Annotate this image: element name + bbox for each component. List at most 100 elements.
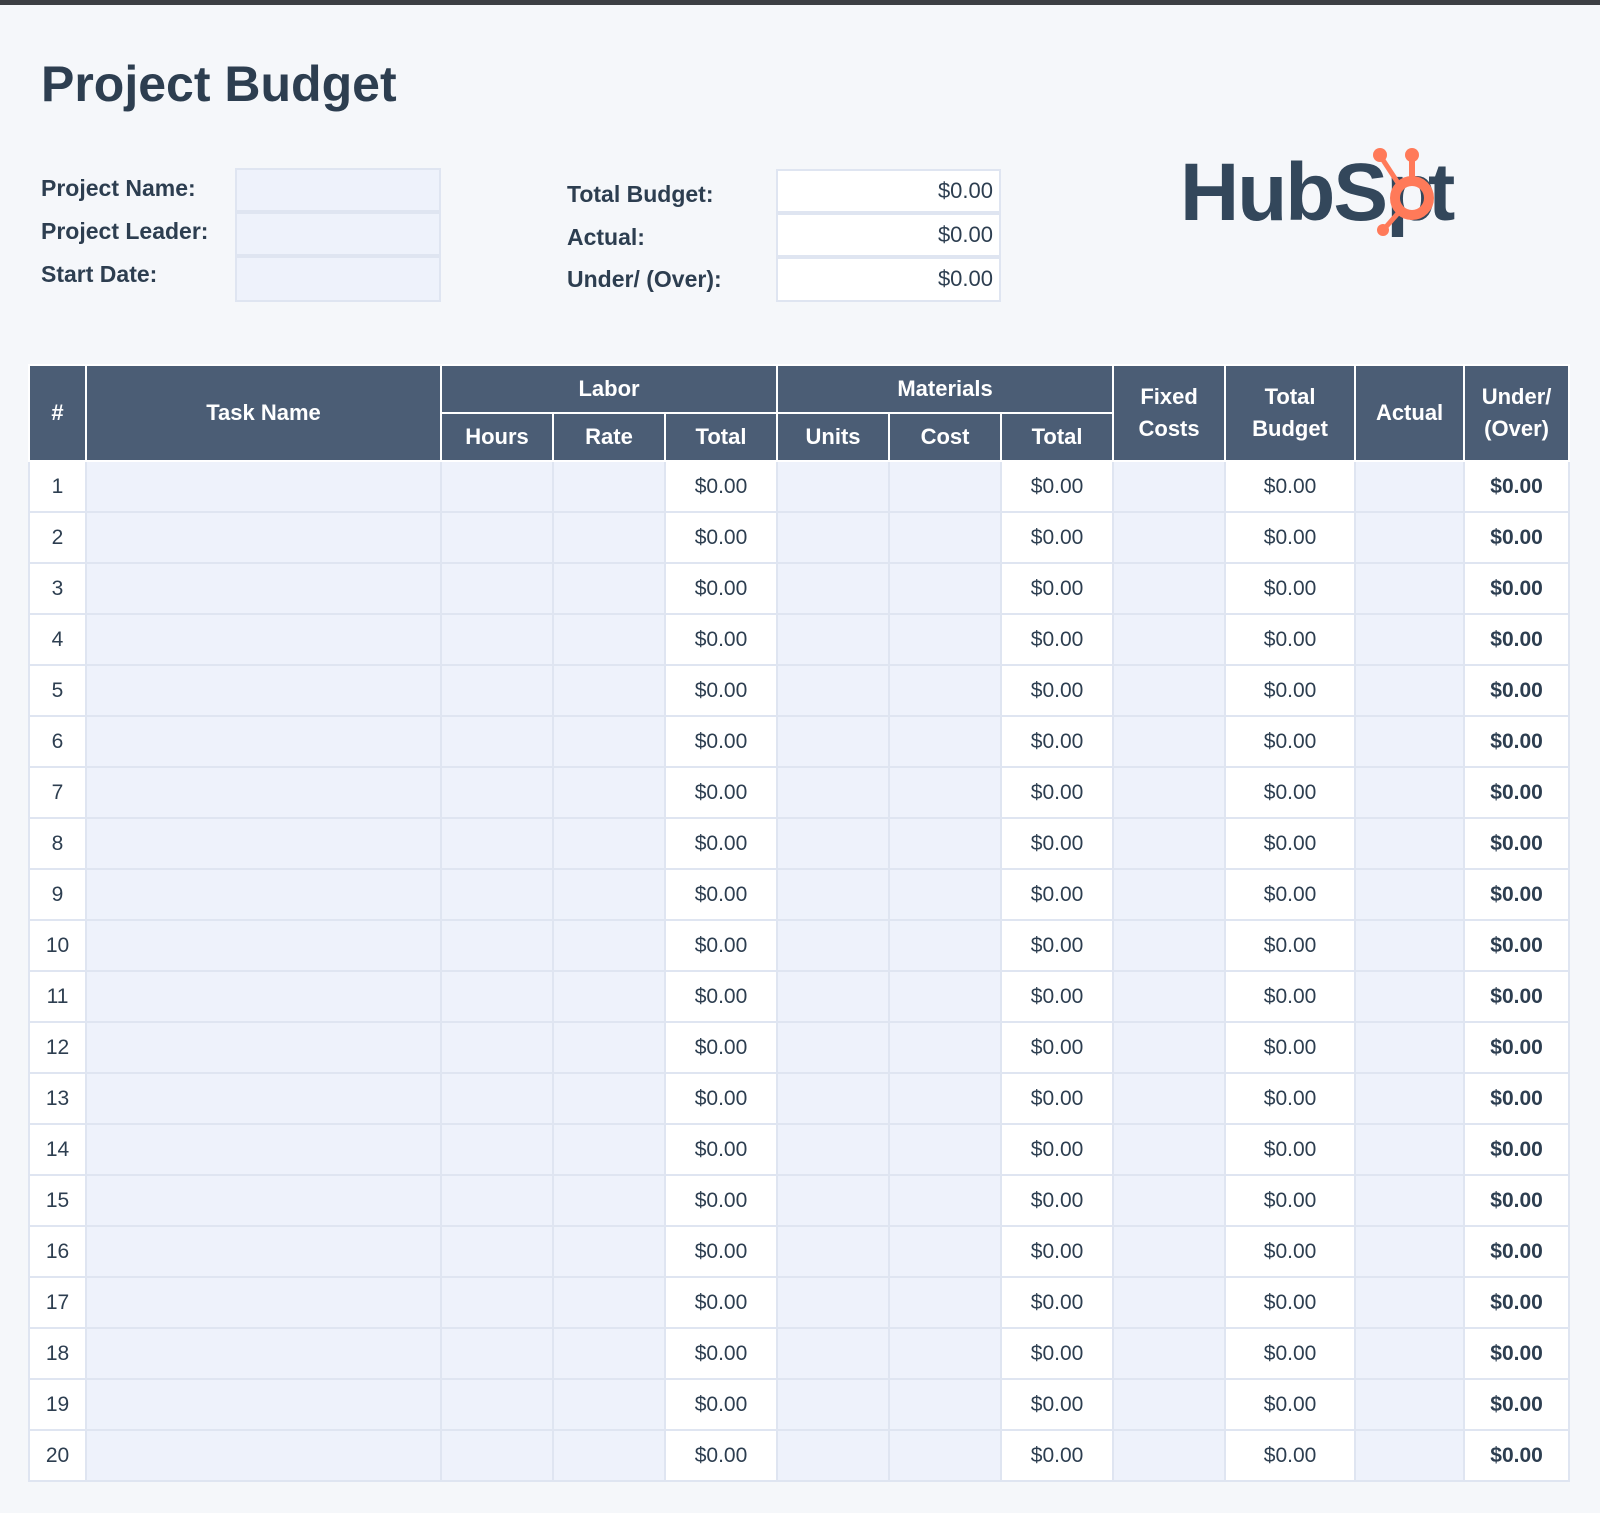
rate-cell[interactable] (552, 919, 666, 972)
task-name-cell[interactable] (85, 613, 442, 666)
cost-cell[interactable] (888, 511, 1003, 564)
units-cell[interactable] (776, 511, 891, 564)
actual-cell[interactable] (1354, 1225, 1466, 1278)
cost-cell[interactable] (888, 766, 1003, 819)
cost-cell[interactable] (888, 970, 1003, 1023)
hours-cell[interactable] (440, 715, 554, 768)
units-cell[interactable] (776, 970, 891, 1023)
hours-cell[interactable] (440, 919, 554, 972)
cost-cell[interactable] (888, 460, 1003, 513)
rate-cell[interactable] (552, 970, 666, 1023)
actual-cell[interactable] (1354, 1021, 1466, 1074)
hours-cell[interactable] (440, 664, 554, 717)
hours-cell[interactable] (440, 1327, 554, 1380)
rate-cell[interactable] (552, 1021, 666, 1074)
units-cell[interactable] (776, 1072, 891, 1125)
fixed-costs-cell[interactable] (1112, 562, 1227, 615)
units-cell[interactable] (776, 1378, 891, 1431)
task-name-cell[interactable] (85, 715, 442, 768)
hours-cell[interactable] (440, 1225, 554, 1278)
rate-cell[interactable] (552, 1225, 666, 1278)
fixed-costs-cell[interactable] (1112, 817, 1227, 870)
task-name-cell[interactable] (85, 664, 442, 717)
rate-cell[interactable] (552, 613, 666, 666)
units-cell[interactable] (776, 1225, 891, 1278)
fixed-costs-cell[interactable] (1112, 1225, 1227, 1278)
rate-cell[interactable] (552, 1327, 666, 1380)
cost-cell[interactable] (888, 1429, 1003, 1482)
task-name-cell[interactable] (85, 1174, 442, 1227)
units-cell[interactable] (776, 460, 891, 513)
hours-cell[interactable] (440, 1174, 554, 1227)
units-cell[interactable] (776, 817, 891, 870)
actual-cell[interactable] (1354, 664, 1466, 717)
actual-cell[interactable] (1354, 460, 1466, 513)
actual-cell[interactable] (1354, 511, 1466, 564)
task-name-cell[interactable] (85, 817, 442, 870)
rate-cell[interactable] (552, 562, 666, 615)
fixed-costs-cell[interactable] (1112, 664, 1227, 717)
actual-cell[interactable] (1354, 1123, 1466, 1176)
task-name-cell[interactable] (85, 562, 442, 615)
rate-cell[interactable] (552, 664, 666, 717)
hours-cell[interactable] (440, 970, 554, 1023)
units-cell[interactable] (776, 766, 891, 819)
actual-cell[interactable] (1354, 1378, 1466, 1431)
units-cell[interactable] (776, 1327, 891, 1380)
hours-cell[interactable] (440, 562, 554, 615)
units-cell[interactable] (776, 1174, 891, 1227)
units-cell[interactable] (776, 868, 891, 921)
cost-cell[interactable] (888, 613, 1003, 666)
actual-cell[interactable] (1354, 1429, 1466, 1482)
rate-cell[interactable] (552, 511, 666, 564)
rate-cell[interactable] (552, 1378, 666, 1431)
rate-cell[interactable] (552, 868, 666, 921)
task-name-cell[interactable] (85, 1327, 442, 1380)
fixed-costs-cell[interactable] (1112, 1429, 1227, 1482)
units-cell[interactable] (776, 715, 891, 768)
fixed-costs-cell[interactable] (1112, 1072, 1227, 1125)
cost-cell[interactable] (888, 817, 1003, 870)
task-name-cell[interactable] (85, 868, 442, 921)
task-name-cell[interactable] (85, 919, 442, 972)
units-cell[interactable] (776, 664, 891, 717)
units-cell[interactable] (776, 919, 891, 972)
task-name-cell[interactable] (85, 1276, 442, 1329)
hours-cell[interactable] (440, 766, 554, 819)
rate-cell[interactable] (552, 766, 666, 819)
task-name-cell[interactable] (85, 460, 442, 513)
actual-cell[interactable] (1354, 1327, 1466, 1380)
cost-cell[interactable] (888, 1021, 1003, 1074)
fixed-costs-cell[interactable] (1112, 1327, 1227, 1380)
units-cell[interactable] (776, 1276, 891, 1329)
fixed-costs-cell[interactable] (1112, 1378, 1227, 1431)
cost-cell[interactable] (888, 1378, 1003, 1431)
start-date-field[interactable] (235, 256, 441, 302)
task-name-cell[interactable] (85, 1378, 442, 1431)
rate-cell[interactable] (552, 817, 666, 870)
actual-cell[interactable] (1354, 613, 1466, 666)
task-name-cell[interactable] (85, 511, 442, 564)
cost-cell[interactable] (888, 715, 1003, 768)
fixed-costs-cell[interactable] (1112, 766, 1227, 819)
actual-cell[interactable] (1354, 562, 1466, 615)
cost-cell[interactable] (888, 1225, 1003, 1278)
units-cell[interactable] (776, 1123, 891, 1176)
hours-cell[interactable] (440, 817, 554, 870)
fixed-costs-cell[interactable] (1112, 460, 1227, 513)
cost-cell[interactable] (888, 1174, 1003, 1227)
cost-cell[interactable] (888, 1123, 1003, 1176)
fixed-costs-cell[interactable] (1112, 613, 1227, 666)
task-name-cell[interactable] (85, 1021, 442, 1074)
actual-cell[interactable] (1354, 868, 1466, 921)
rate-cell[interactable] (552, 1072, 666, 1125)
hours-cell[interactable] (440, 1378, 554, 1431)
cost-cell[interactable] (888, 1276, 1003, 1329)
actual-cell[interactable] (1354, 1174, 1466, 1227)
rate-cell[interactable] (552, 1429, 666, 1482)
fixed-costs-cell[interactable] (1112, 1276, 1227, 1329)
task-name-cell[interactable] (85, 766, 442, 819)
actual-cell[interactable] (1354, 970, 1466, 1023)
hours-cell[interactable] (440, 1429, 554, 1482)
actual-cell[interactable] (1354, 817, 1466, 870)
